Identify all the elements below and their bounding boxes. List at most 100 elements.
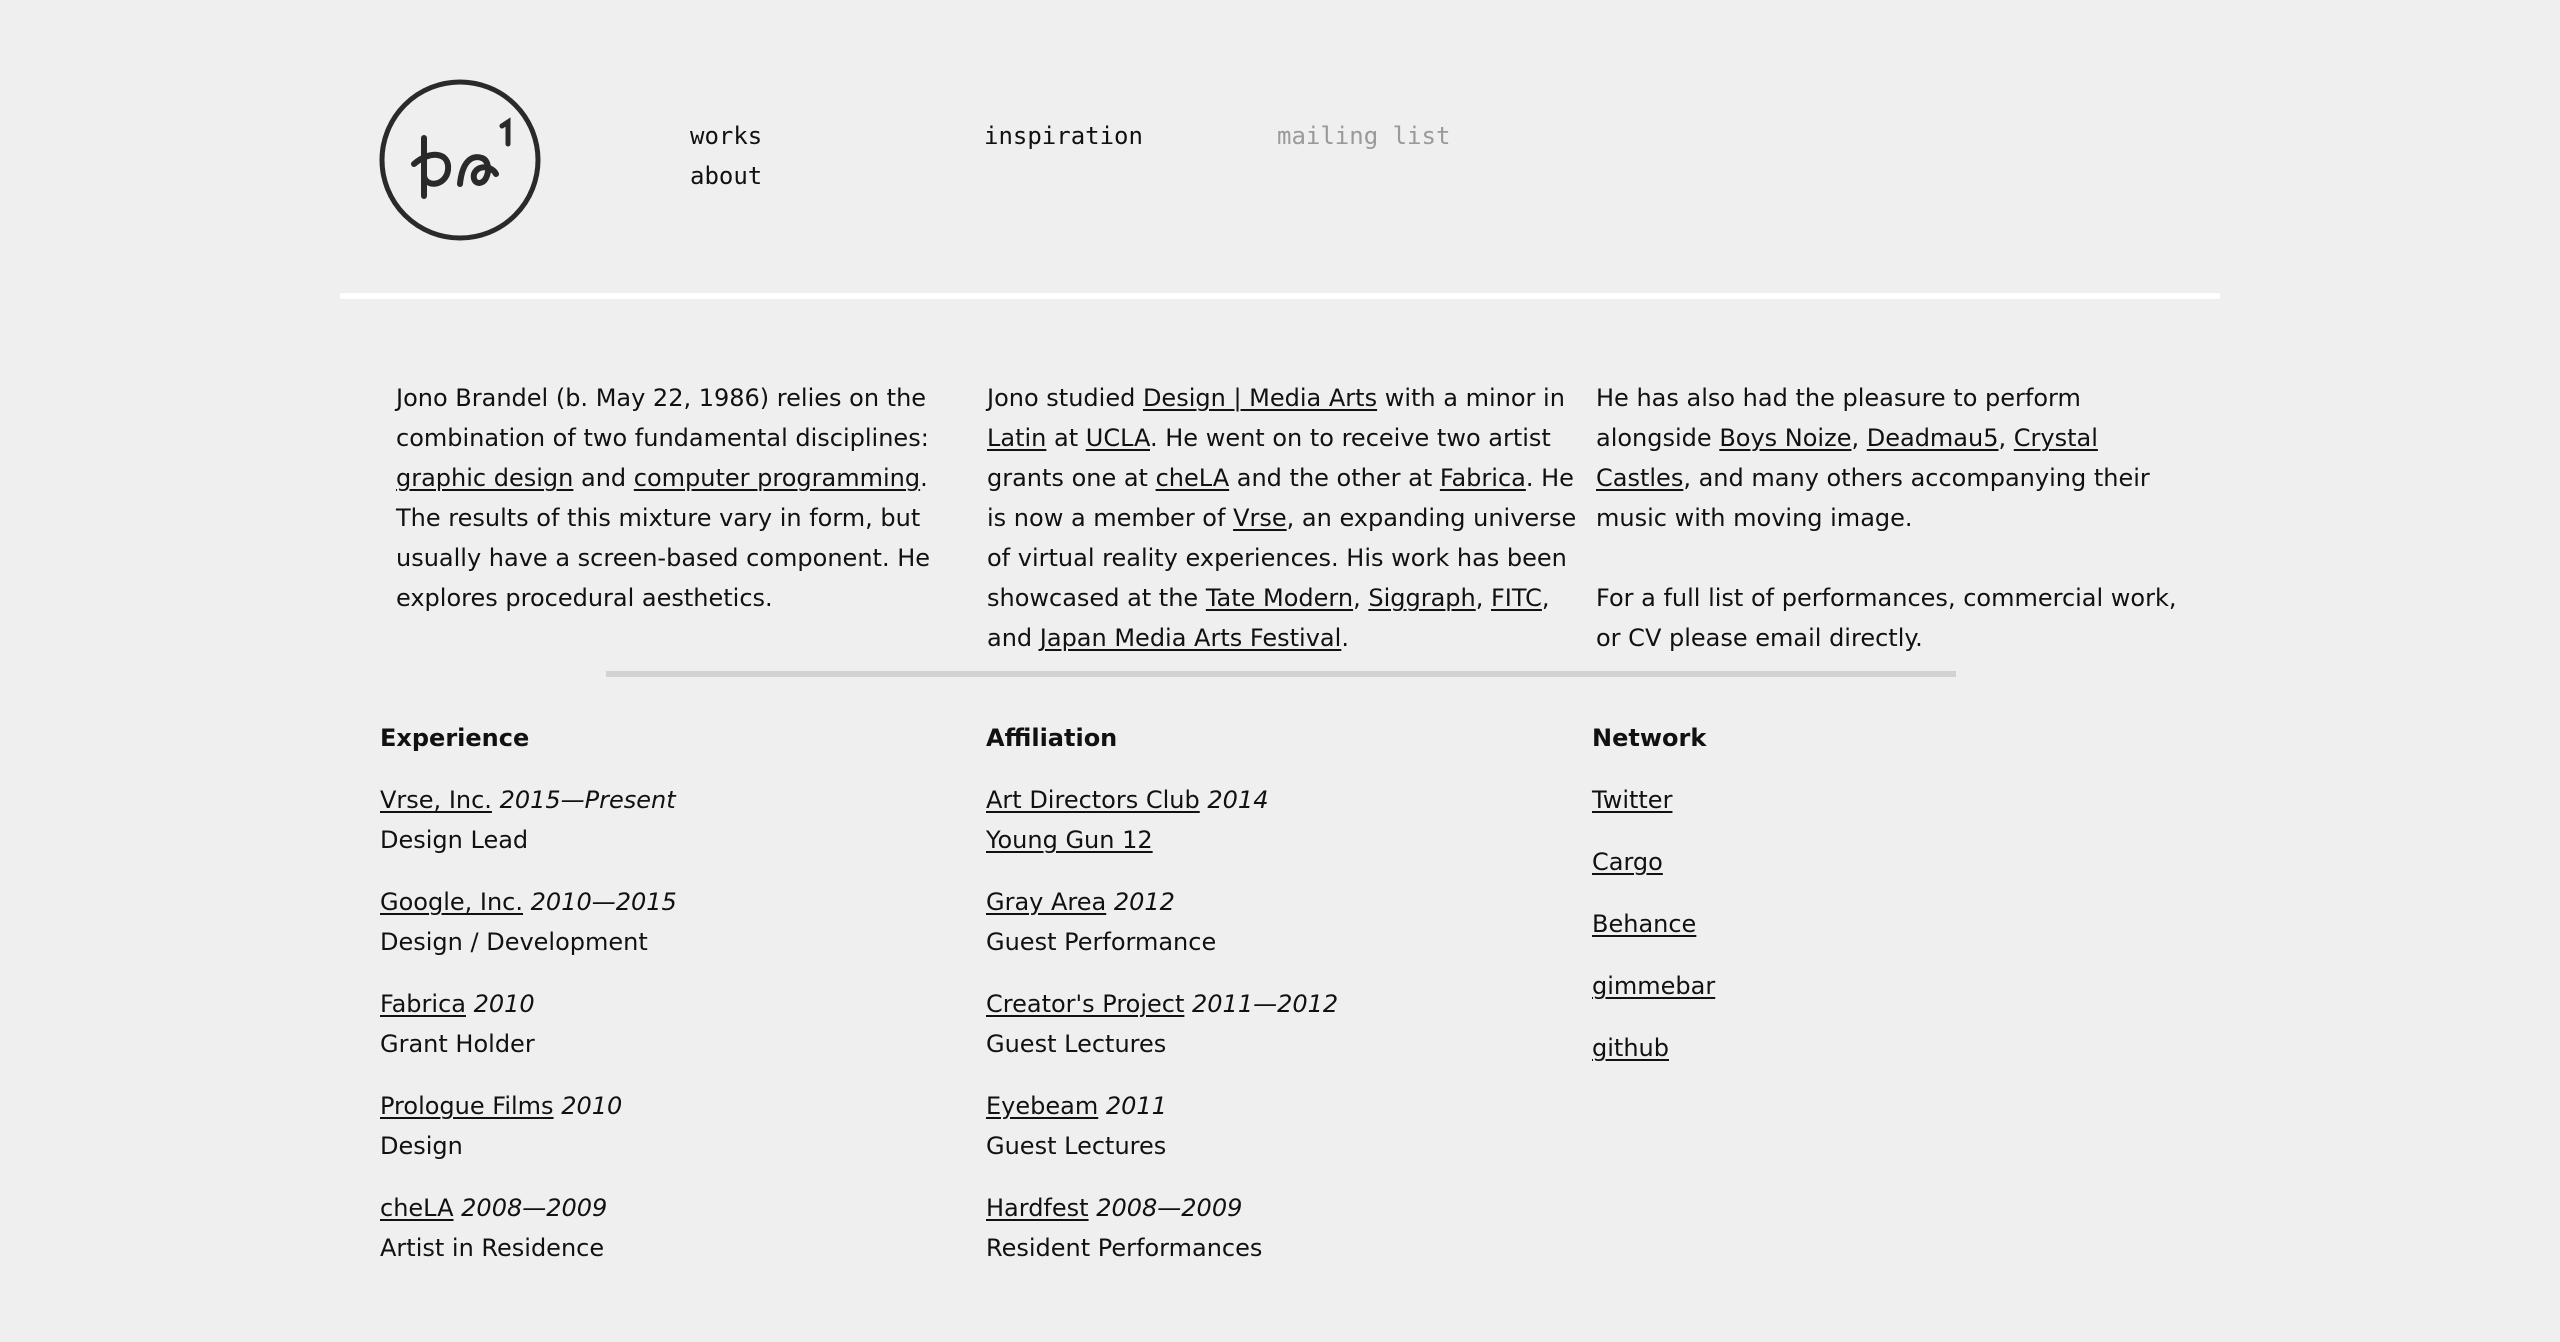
prologue-films-link[interactable]: Prologue Films (380, 1092, 554, 1120)
experience-entry: Google, Inc. 2010—2015 Design / Developme… (380, 882, 940, 962)
affiliation-years: 2008—2009 (1096, 1194, 1243, 1222)
experience-entry-header: Google, Inc. 2010—2015 (380, 882, 940, 922)
fabrica-link[interactable]: Fabrica (380, 990, 466, 1018)
intro-text: Jono studied (987, 384, 1143, 412)
design-media-arts-link[interactable]: Design | Media Arts (1143, 384, 1377, 412)
experience-years: 2010 (473, 990, 535, 1018)
experience-entry: Fabrica 2010 Grant Holder (380, 984, 940, 1064)
nav-inspiration-link[interactable]: inspiration (984, 122, 1143, 150)
vrse-inc-link[interactable]: Vrse, Inc. (380, 786, 492, 814)
graphic-design-link[interactable]: graphic design (396, 464, 573, 492)
affiliation-entry-header: Gray Area 2012 (986, 882, 1546, 922)
chela-link[interactable]: cheLA (380, 1194, 454, 1222)
hardfest-link[interactable]: Hardfest (986, 1194, 1089, 1222)
computer-programming-link[interactable]: computer programming (634, 464, 920, 492)
experience-entry: Vrse, Inc. 2015—Present Design Lead (380, 780, 940, 860)
circle-monogram-logo-icon[interactable] (378, 78, 542, 242)
affiliation-heading: Affiliation (986, 724, 1118, 752)
experience-heading: Experience (380, 724, 530, 752)
affiliation-column: Affiliation Art Directors Club 2014 Young… (986, 718, 1546, 1290)
ucla-link[interactable]: UCLA (1086, 424, 1150, 452)
section-divider (606, 671, 1956, 677)
experience-entry: Prologue Films 2010 Design (380, 1086, 940, 1166)
experience-entry-header: Prologue Films 2010 (380, 1086, 940, 1126)
creator-s-project-link[interactable]: Creator's Project (986, 990, 1184, 1018)
experience-entry-header: Fabrica 2010 (380, 984, 940, 1024)
header-divider (340, 293, 2220, 299)
experience-years: 2015—Present (499, 786, 676, 814)
experience-years: 2010 (561, 1092, 623, 1120)
affiliation-role-line: Young Gun 12 (986, 820, 1546, 860)
affiliation-entry-header: Hardfest 2008—2009 (986, 1188, 1546, 1228)
intro-paragraph-1: Jono Brandel (b. May 22, 1986) relies on… (380, 378, 940, 618)
intro-text: at (1046, 424, 1086, 452)
experience-role: Design / Development (380, 928, 648, 956)
tate-modern-link[interactable]: Tate Modern (1206, 584, 1353, 612)
affiliation-years: 2011—2012 (1192, 990, 1339, 1018)
affiliation-entry: Art Directors Club 2014 Young Gun 12 (986, 780, 1546, 860)
boys-noize-link[interactable]: Boys Noize (1719, 424, 1851, 452)
latin-link[interactable]: Latin (987, 424, 1046, 452)
affiliation-role: Guest Performance (986, 928, 1217, 956)
experience-years: 2010—2015 (530, 888, 677, 916)
intro-text: . (1341, 624, 1349, 652)
contact-paragraph: For a full list of performances, commerc… (1596, 584, 2177, 652)
affiliation-years: 2011 (1105, 1092, 1167, 1120)
affiliation-entry: Creator's Project 2011—2012 Guest Lecture… (986, 984, 1546, 1064)
eyebeam-link[interactable]: Eyebeam (986, 1092, 1098, 1120)
affiliation-entry-header: Art Directors Club 2014 (986, 780, 1546, 820)
intro-column-3: He has also had the pleasure to perform … (1596, 378, 2186, 658)
nav-mailing-list-link[interactable]: mailing list (1277, 122, 1450, 150)
intro-text: , (1475, 584, 1491, 612)
intro-text: Jono Brandel (b. May 22, 1986) relies on… (396, 384, 929, 452)
vrse-link[interactable]: Vrse (1233, 504, 1287, 532)
nav-works-link[interactable]: works (690, 122, 762, 150)
experience-entry: cheLA 2008—2009 Artist in Residence (380, 1188, 940, 1268)
experience-role: Artist in Residence (380, 1234, 605, 1262)
intro-text: and the other at (1229, 464, 1440, 492)
deadmau5-link[interactable]: Deadmau5 (1867, 424, 1999, 452)
intro-text: , (1851, 424, 1867, 452)
affiliation-entry-header: Creator's Project 2011—2012 (986, 984, 1546, 1024)
google-inc-link[interactable]: Google, Inc. (380, 888, 523, 916)
network-behance-link[interactable]: Behance (1592, 904, 1696, 944)
affiliation-years: 2014 (1207, 786, 1269, 814)
network-twitter-link[interactable]: Twitter (1592, 780, 1672, 820)
affiliation-role: Resident Performances (986, 1234, 1263, 1262)
intro-text: , (1998, 424, 2014, 452)
network-gimmebar-link[interactable]: gimmebar (1592, 966, 1715, 1006)
siggraph-link[interactable]: Siggraph (1368, 584, 1475, 612)
network-cargo-link[interactable]: Cargo (1592, 842, 1663, 882)
network-column: Network Twitter Cargo Behance gimmebar githu… (1592, 718, 2152, 1090)
intro-paragraph-2: Jono studied Design | Media Arts with a … (987, 378, 1587, 658)
fitc-link[interactable]: FITC (1491, 584, 1542, 612)
intro-column-1: Jono Brandel (b. May 22, 1986) relies on… (380, 378, 940, 618)
young-gun-12-link[interactable]: Young Gun 12 (986, 826, 1153, 854)
japan-media-arts-festival-link[interactable]: Japan Media Arts Festival (1040, 624, 1342, 652)
fabrica-link[interactable]: Fabrica (1440, 464, 1526, 492)
intro-paragraph-3: He has also had the pleasure to perform … (1596, 378, 2186, 538)
intro-text: , (1353, 584, 1369, 612)
affiliation-role: Guest Lectures (986, 1030, 1167, 1058)
art-directors-club-link[interactable]: Art Directors Club (986, 786, 1200, 814)
nav-about-link[interactable]: about (690, 162, 762, 190)
experience-role: Design Lead (380, 826, 529, 854)
experience-years: 2008—2009 (461, 1194, 608, 1222)
intro-text: with a minor in (1377, 384, 1565, 412)
intro-column-2: Jono studied Design | Media Arts with a … (987, 378, 1587, 658)
intro-text: and (573, 464, 634, 492)
affiliation-role: Guest Lectures (986, 1132, 1167, 1160)
affiliation-years: 2012 (1113, 888, 1175, 916)
experience-entry-header: cheLA 2008—2009 (380, 1188, 940, 1228)
chela-link[interactable]: cheLA (1156, 464, 1230, 492)
gray-area-link[interactable]: Gray Area (986, 888, 1106, 916)
affiliation-entry: Gray Area 2012 Guest Performance (986, 882, 1546, 962)
affiliation-entry: Hardfest 2008—2009 Resident Performances (986, 1188, 1546, 1268)
experience-entry-header: Vrse, Inc. 2015—Present (380, 780, 940, 820)
experience-role: Design (380, 1132, 463, 1160)
affiliation-entry-header: Eyebeam 2011 (986, 1086, 1546, 1126)
experience-role: Grant Holder (380, 1030, 535, 1058)
network-github-link[interactable]: github (1592, 1028, 1669, 1068)
network-heading: Network (1592, 724, 1707, 752)
experience-column: Experience Vrse, Inc. 2015—Present Design… (380, 718, 940, 1290)
